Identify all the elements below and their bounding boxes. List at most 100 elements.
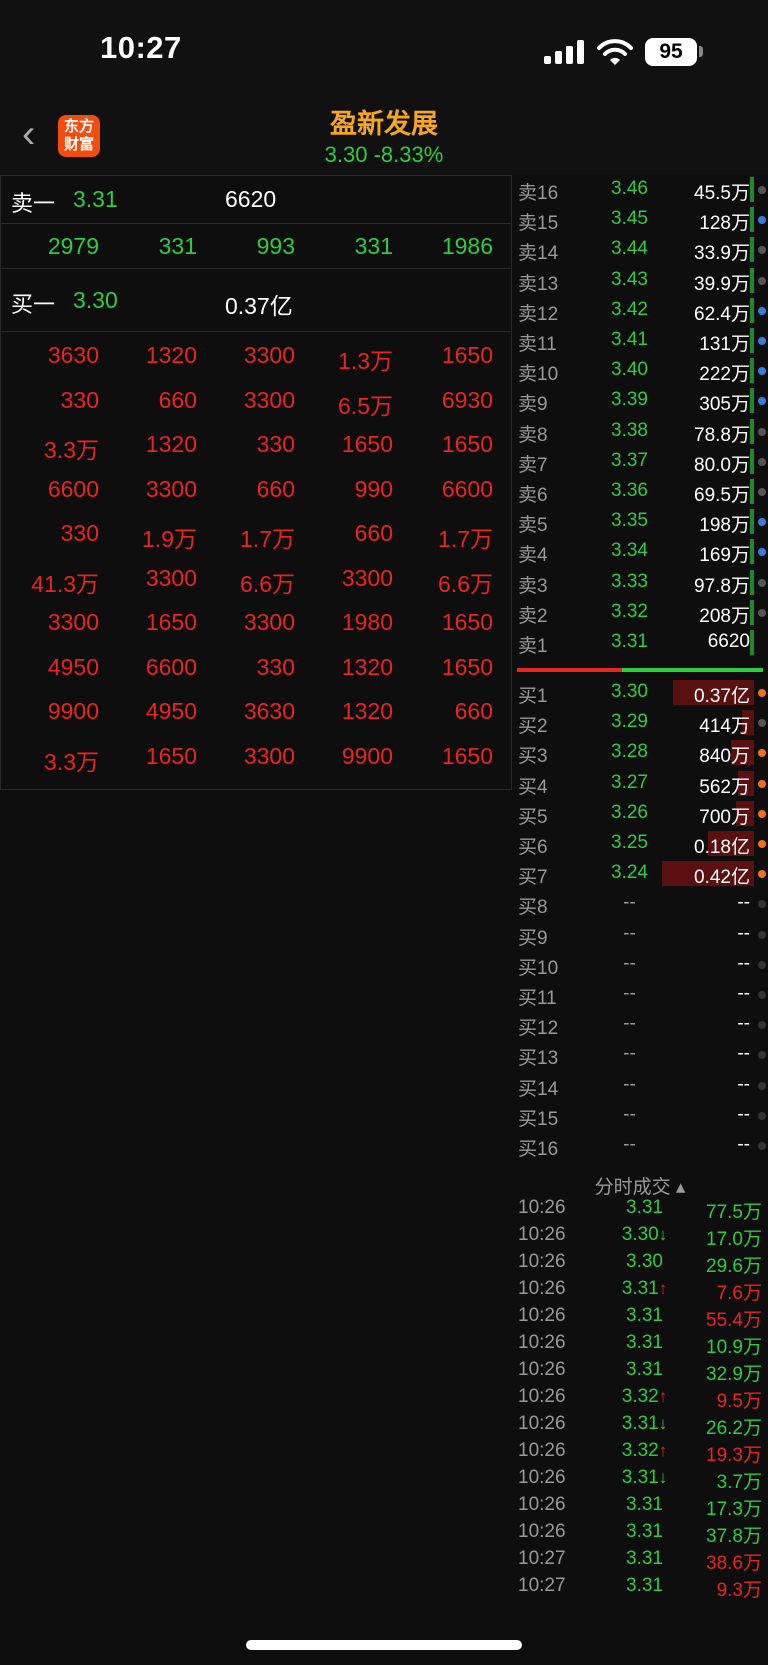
level-volume: 62.4万 [694, 303, 750, 325]
ask-level-row[interactable]: 卖8 3.38 78.8万 [512, 417, 768, 447]
level-price: 3.39 [611, 389, 648, 411]
bid-level-row[interactable]: 买1 3.30 0.37亿 [512, 678, 768, 708]
trade-row: 10:26 3.31 32.9万 [512, 1359, 768, 1385]
level-price: 3.27 [611, 771, 648, 793]
level-dot-icon [758, 186, 766, 194]
bid-level-row[interactable]: 买7 3.24 0.42亿 [512, 859, 768, 889]
level-volume: 414万 [699, 716, 750, 738]
level-price: -- [623, 983, 636, 1004]
sell-queue-cell: 2979 [47, 233, 99, 259]
level-price: 3.33 [611, 570, 648, 592]
bid-level-row[interactable]: 买2 3.29 414万 [512, 708, 768, 738]
ask-level-row[interactable]: 卖10 3.40 222万 [512, 356, 768, 386]
ask-level-row[interactable]: 卖4 3.34 169万 [512, 537, 768, 567]
bid-level-row[interactable]: 买10 -- -- [512, 950, 768, 980]
arrow-down-icon: ↓ [658, 1225, 668, 1244]
bid-level-row[interactable]: 买4 3.27 562万 [512, 769, 768, 799]
ask-level-row[interactable]: 卖2 3.32 208万 [512, 598, 768, 628]
buy-one-label: 买一 [11, 292, 56, 317]
level-price: 3.45 [611, 208, 648, 230]
level-label: 卖3 [518, 575, 548, 597]
trade-row: 10:27 3.31 38.6万 [512, 1548, 768, 1574]
level-volume: -- [737, 892, 750, 914]
volume-bar [750, 418, 754, 444]
level-volume: 39.9万 [694, 273, 750, 295]
level-dot-icon [758, 337, 766, 345]
level-price: 3.36 [611, 480, 648, 501]
bid-level-row[interactable]: 买8 -- -- [512, 889, 768, 919]
bid-level-row[interactable]: 买6 3.25 0.18亿 [512, 829, 768, 859]
trade-time: 10:26 [518, 1332, 566, 1353]
trade-time: 10:26 [518, 1386, 566, 1407]
volume-bar [750, 297, 754, 323]
ask-level-row[interactable]: 卖1 3.31 6620 [512, 628, 768, 658]
ask-level-row[interactable]: 卖16 3.46 45.5万 [512, 175, 768, 205]
buy-one-volume: 0.37亿 [225, 293, 293, 319]
level-dot-icon [758, 427, 766, 436]
trade-row: 10:26 3.30 29.6万 [512, 1251, 768, 1277]
level-volume: 305万 [699, 394, 750, 416]
stock-name[interactable]: 盈新发展 [0, 102, 768, 141]
buy-queue-cell: 4950 [47, 653, 99, 680]
trade-row: 10:26 3.30↓ 17.0万 [512, 1224, 768, 1250]
buy-queue-cell: 660 [354, 520, 393, 546]
trades-section-title[interactable]: 分时成交 ▴ [512, 1172, 768, 1199]
wifi-icon [597, 39, 633, 65]
home-indicator[interactable] [246, 1640, 522, 1650]
sell-queue-cell: 331 [354, 233, 393, 259]
sell-one-price: 3.31 [73, 186, 118, 212]
level-dot-icon [758, 367, 766, 376]
level-volume: 700万 [699, 806, 750, 828]
ask-level-row[interactable]: 卖6 3.36 69.5万 [512, 477, 768, 507]
level-label: 卖10 [518, 364, 559, 386]
level-volume: 0.37亿 [694, 686, 750, 707]
level-label: 买16 [518, 1139, 559, 1160]
ask-level-row[interactable]: 卖11 3.41 131万 [512, 326, 768, 356]
ask-level-row[interactable]: 卖7 3.37 80.0万 [512, 447, 768, 477]
bid-level-row[interactable]: 买11 -- -- [512, 980, 768, 1010]
bid-level-row[interactable]: 买16 -- -- [512, 1131, 768, 1161]
level-price: 3.30 [611, 681, 648, 702]
volume-bar [750, 328, 754, 353]
level-dot-icon [758, 518, 766, 527]
bid-level-row[interactable]: 买14 -- -- [512, 1071, 768, 1101]
volume-bar [750, 388, 754, 414]
volume-bar [750, 630, 754, 655]
level-volume: 69.5万 [694, 485, 750, 506]
ask-level-row[interactable]: 卖14 3.44 33.9万 [512, 235, 768, 265]
buy-queue-cell: 1650 [441, 609, 493, 635]
buy-queue-cell: 3300 [145, 475, 197, 502]
trade-volume: 77.5万 [706, 1202, 762, 1223]
level-volume: 0.42亿 [694, 867, 750, 889]
buy-queue-cell: 3300 [243, 386, 295, 413]
level-label: 买14 [518, 1078, 559, 1100]
level-dot-icon [758, 1111, 766, 1120]
bid-level-row[interactable]: 买3 3.28 840万 [512, 738, 768, 768]
level-label: 买10 [518, 957, 559, 979]
level-dot-icon [758, 397, 766, 406]
level-price: 3.42 [611, 298, 648, 320]
bid-level-row[interactable]: 买9 -- -- [512, 920, 768, 950]
ask-level-row[interactable]: 卖9 3.39 305万 [512, 386, 768, 416]
sell-queue-cell: 1986 [441, 233, 493, 259]
level-volume: 562万 [699, 776, 750, 798]
trade-time: 10:26 [518, 1359, 566, 1380]
ask-level-row[interactable]: 卖12 3.42 62.4万 [512, 296, 768, 326]
trade-row: 10:26 3.32↑ 19.3万 [512, 1440, 768, 1466]
trade-volume: 17.0万 [706, 1229, 762, 1250]
ask-level-row[interactable]: 卖3 3.33 97.8万 [512, 568, 768, 598]
ask-level-row[interactable]: 卖13 3.43 39.9万 [512, 266, 768, 296]
level-label: 买11 [518, 988, 557, 1009]
trade-price: 3.32↑ [621, 1440, 668, 1461]
bid-level-row[interactable]: 买13 -- -- [512, 1040, 768, 1070]
bid-level-row[interactable]: 买12 -- -- [512, 1010, 768, 1040]
level-volume: 6620 [707, 631, 750, 652]
level-price: -- [623, 922, 636, 944]
ask-level-row[interactable]: 卖5 3.35 198万 [512, 507, 768, 537]
level-volume: 97.8万 [694, 575, 750, 597]
bid-level-row[interactable]: 买5 3.26 700万 [512, 799, 768, 829]
bid-level-row[interactable]: 买15 -- -- [512, 1101, 768, 1131]
ask-level-row[interactable]: 卖15 3.45 128万 [512, 205, 768, 235]
buy-queue-cell: 1650 [145, 742, 197, 769]
volume-bar [750, 509, 754, 535]
